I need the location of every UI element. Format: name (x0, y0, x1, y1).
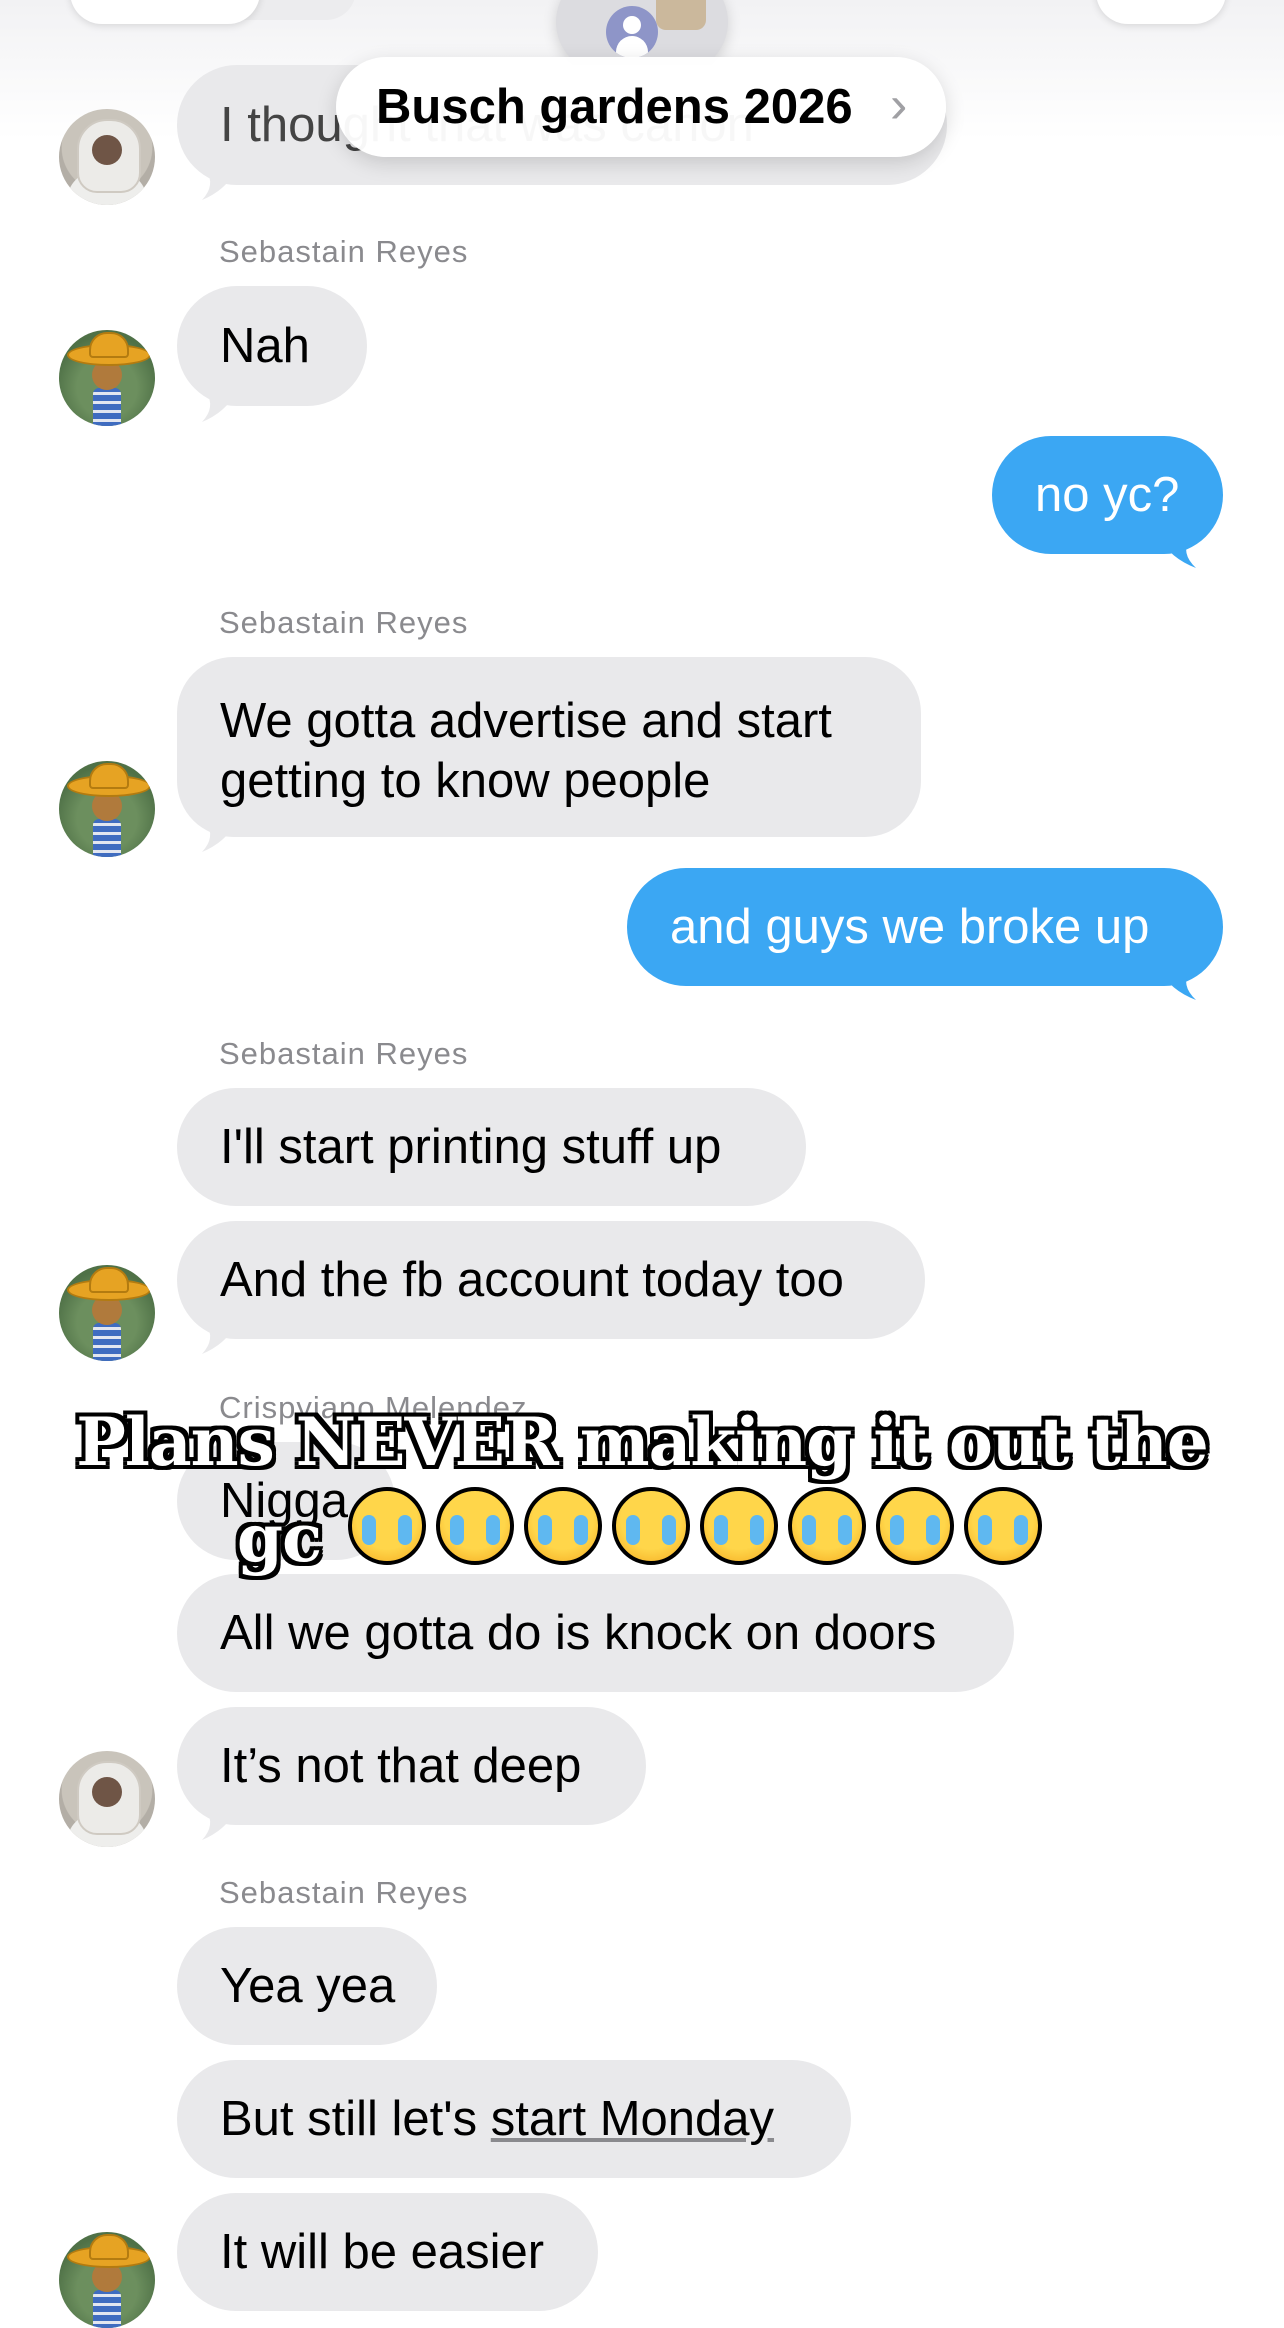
sender-label: Sebastain Reyes (219, 1036, 469, 1071)
loudly-crying-face-emoji (524, 1487, 603, 1565)
message-bubble[interactable]: Yea yea (177, 1927, 437, 2045)
loudly-crying-face-emoji (876, 1487, 955, 1565)
caption-line-1: Plans NEVER making it out the (76, 1403, 1209, 1481)
message-bubble[interactable]: It’s not that deep (177, 1707, 646, 1825)
message-bubble[interactable]: We gotta advertise and start getting to … (177, 657, 921, 837)
message-bubble[interactable]: All we gotta do is knock on doors (177, 1574, 1014, 1692)
bubble-tail (202, 170, 236, 200)
bubble-tail (1160, 538, 1196, 568)
loudly-crying-face-emoji (700, 1487, 779, 1565)
back-button-partial[interactable] (70, 0, 260, 24)
bubble-tail (202, 1810, 236, 1840)
group-member-photo (656, 0, 706, 30)
loudly-crying-face-emoji (964, 1487, 1043, 1565)
avatar-cartoon[interactable] (59, 761, 155, 857)
group-name: Busch gardens 2026 (376, 80, 853, 134)
facetime-button-partial[interactable] (1096, 0, 1226, 24)
message-bubble[interactable]: And the fb account today too (177, 1221, 925, 1339)
outgoing-message-bubble[interactable]: no yc? (992, 436, 1223, 554)
sender-label: Sebastain Reyes (219, 605, 469, 640)
sender-label: Sebastain Reyes (219, 234, 469, 269)
message-bubble[interactable]: But still let's start Monday (177, 2060, 851, 2178)
avatar-cartoon[interactable] (59, 1265, 155, 1361)
message-bubble[interactable]: Nah (177, 286, 367, 406)
avatar-cartoon[interactable] (59, 330, 155, 426)
bubble-tail (1160, 970, 1196, 1000)
message-bubble[interactable]: It will be easier (177, 2193, 598, 2311)
outgoing-message-bubble[interactable]: and guys we broke up (627, 868, 1223, 986)
sender-label: Sebastain Reyes (219, 1875, 469, 1910)
caption-line-2: gc (0, 1482, 1284, 1577)
group-name-pill[interactable]: Busch gardens 2026 › (336, 57, 946, 157)
chevron-right-icon: › (890, 76, 908, 134)
avatar-photo[interactable] (59, 1751, 155, 1847)
avatar-cartoon[interactable] (59, 2232, 155, 2328)
message-bubble[interactable]: I'll start printing stuff up (177, 1088, 806, 1206)
avatar-photo[interactable] (59, 109, 155, 205)
loudly-crying-face-emoji (612, 1487, 691, 1565)
loudly-crying-face-emoji (788, 1487, 867, 1565)
caption-overlay: Plans NEVER making it out the gc (0, 1398, 1284, 1577)
bubble-tail (202, 822, 236, 852)
bubble-tail (202, 392, 236, 422)
loudly-crying-face-emoji (348, 1487, 427, 1565)
bubble-tail (202, 1324, 236, 1354)
loudly-crying-face-emoji (436, 1487, 515, 1565)
person-icon (606, 6, 658, 58)
date-link[interactable]: start Monday (491, 2092, 774, 2146)
